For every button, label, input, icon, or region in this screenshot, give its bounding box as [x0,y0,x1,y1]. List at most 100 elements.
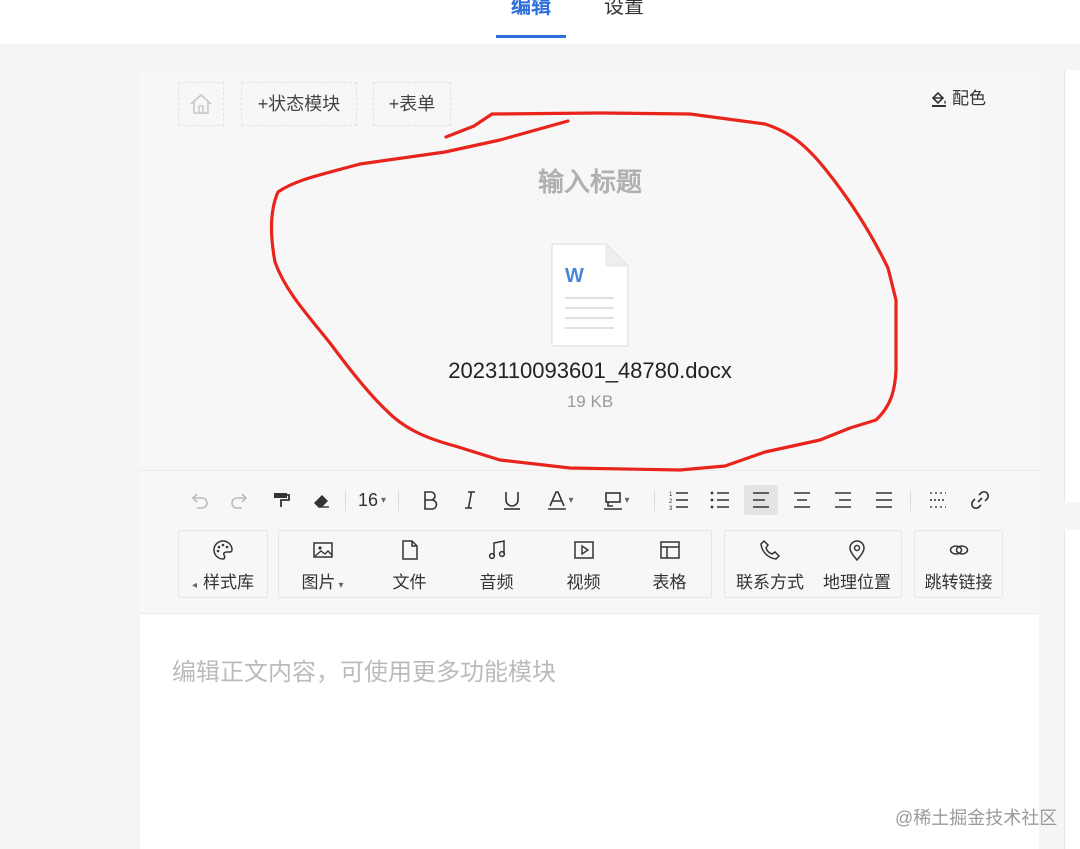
audio-button[interactable]: 音频 [459,530,534,598]
bold-button[interactable] [415,485,445,515]
table-button[interactable]: 表格 [632,530,707,598]
image-label: 图片 [301,573,336,592]
jump-link-label: 跳转链接 [924,573,993,592]
tab-edit[interactable]: 编辑 [496,0,566,42]
contact-label: 联系方式 [736,573,804,592]
phone-icon [760,539,781,560]
redo-button[interactable] [225,485,255,515]
highlight-icon [604,492,623,510]
file-size: 19 KB [566,392,614,411]
add-form-button[interactable]: +表单 [373,82,451,126]
undo-icon [191,493,208,509]
add-form-label: +表单 [388,94,436,114]
active-tab-underline [496,35,566,38]
side-panel-lower [1064,530,1080,849]
style-library-button[interactable]: ◂ 样式库 [178,530,268,598]
font-size-value: 16 [357,489,378,510]
caret-down-icon: ▾ [624,494,630,506]
file-button[interactable]: 文件 [372,530,447,598]
align-left-button[interactable] [744,485,778,515]
function-module-bar: ◂ 样式库 图片 ▾ 文件 音频 视频 表格 联系方式 地理位置 跳转链接 [140,528,1039,614]
image-button[interactable]: 图片 ▾ [285,530,360,598]
divider-line-button[interactable] [923,485,953,515]
editor-card: +状态模块 +表单 配色 输入标题 W 2023110093601_48780.… [140,70,1039,849]
side-panel [1064,70,1080,502]
video-button[interactable]: 视频 [546,530,621,598]
font-color-button[interactable]: ▾ [542,485,578,515]
table-icon [659,541,680,559]
file-label: 文件 [392,573,427,592]
chain-link-icon [949,545,968,555]
align-center-icon [794,492,810,508]
undo-button[interactable] [184,485,214,515]
svg-text:2: 2 [669,499,673,505]
paint-bucket-icon [931,91,946,107]
location-label: 地理位置 [823,573,891,592]
divider-line-icon [930,492,946,508]
word-document-icon[interactable]: W [550,242,630,348]
unordered-list-icon [710,491,729,509]
italic-button[interactable] [455,485,485,515]
caret-left-icon: ◂ [191,580,198,591]
link-button[interactable] [965,485,995,515]
caret-down-icon: ▾ [381,494,387,506]
justify-button[interactable] [869,485,899,515]
caret-down-icon: ▾ [568,494,574,506]
video-icon [573,541,594,559]
rich-text-toolbar: 16 ▾ ▾ ▾ 123 [140,470,1039,528]
tab-settings-label: 设置 [604,0,644,18]
add-status-module-button[interactable]: +状态模块 [241,82,357,126]
highlight-button[interactable]: ▾ [596,485,636,515]
jump-link-button[interactable]: 跳转链接 [914,530,1003,598]
ordered-list-icon: 123 [669,492,688,511]
video-label: 视频 [566,573,601,592]
home-icon [190,93,212,114]
location-pin-icon [849,540,865,561]
location-button[interactable]: 地理位置 [817,530,897,598]
italic-icon [465,491,475,509]
cover-header-area: +状态模块 +表单 配色 输入标题 W 2023110093601_48780.… [140,70,1039,470]
justify-icon [876,492,892,508]
palette-label: 配色 [952,89,986,108]
eraser-button[interactable] [306,485,336,515]
word-letter: W [565,265,584,287]
toolbar-divider [654,491,655,511]
align-center-button[interactable] [787,485,817,515]
ordered-list-button[interactable]: 123 [664,485,694,515]
watermark: @稀土掘金技术社区 [895,808,1058,828]
table-label: 表格 [652,573,687,592]
audio-label: 音频 [479,573,514,592]
top-tab-bar: 编辑 设置 [0,0,1080,44]
toolbar-divider [345,491,346,511]
redo-icon [231,493,248,509]
underline-button[interactable] [497,485,527,515]
toolbar-divider [398,491,399,511]
tab-settings[interactable]: 设置 [592,0,656,42]
svg-text:1: 1 [669,492,673,498]
svg-text:3: 3 [669,506,673,511]
format-painter-button[interactable] [266,485,296,515]
font-size-select[interactable]: 16 ▾ [352,485,392,515]
home-button[interactable] [178,82,224,126]
body-placeholder: 编辑正文内容，可使用更多功能模块 [172,659,556,686]
title-input[interactable]: 输入标题 [440,162,740,198]
title-placeholder: 输入标题 [537,167,642,197]
unordered-list-button[interactable] [705,485,735,515]
contact-button[interactable]: 联系方式 [730,530,810,598]
underline-icon [504,492,520,510]
palette-icon [213,540,233,560]
align-right-button[interactable] [828,485,858,515]
file-icon [401,540,418,560]
add-status-module-label: +状态模块 [257,94,341,114]
font-color-icon [548,491,567,510]
palette-button[interactable]: 配色 [930,86,986,112]
bold-icon [424,491,438,510]
music-note-icon [488,540,505,560]
file-name[interactable]: 2023110093601_48780.docx [340,358,840,386]
eraser-icon [314,495,329,508]
align-left-icon [753,492,769,508]
style-library-label: 样式库 [203,573,255,592]
caret-down-icon: ▾ [338,580,344,591]
align-right-icon [835,492,851,508]
format-painter-icon [274,493,290,507]
